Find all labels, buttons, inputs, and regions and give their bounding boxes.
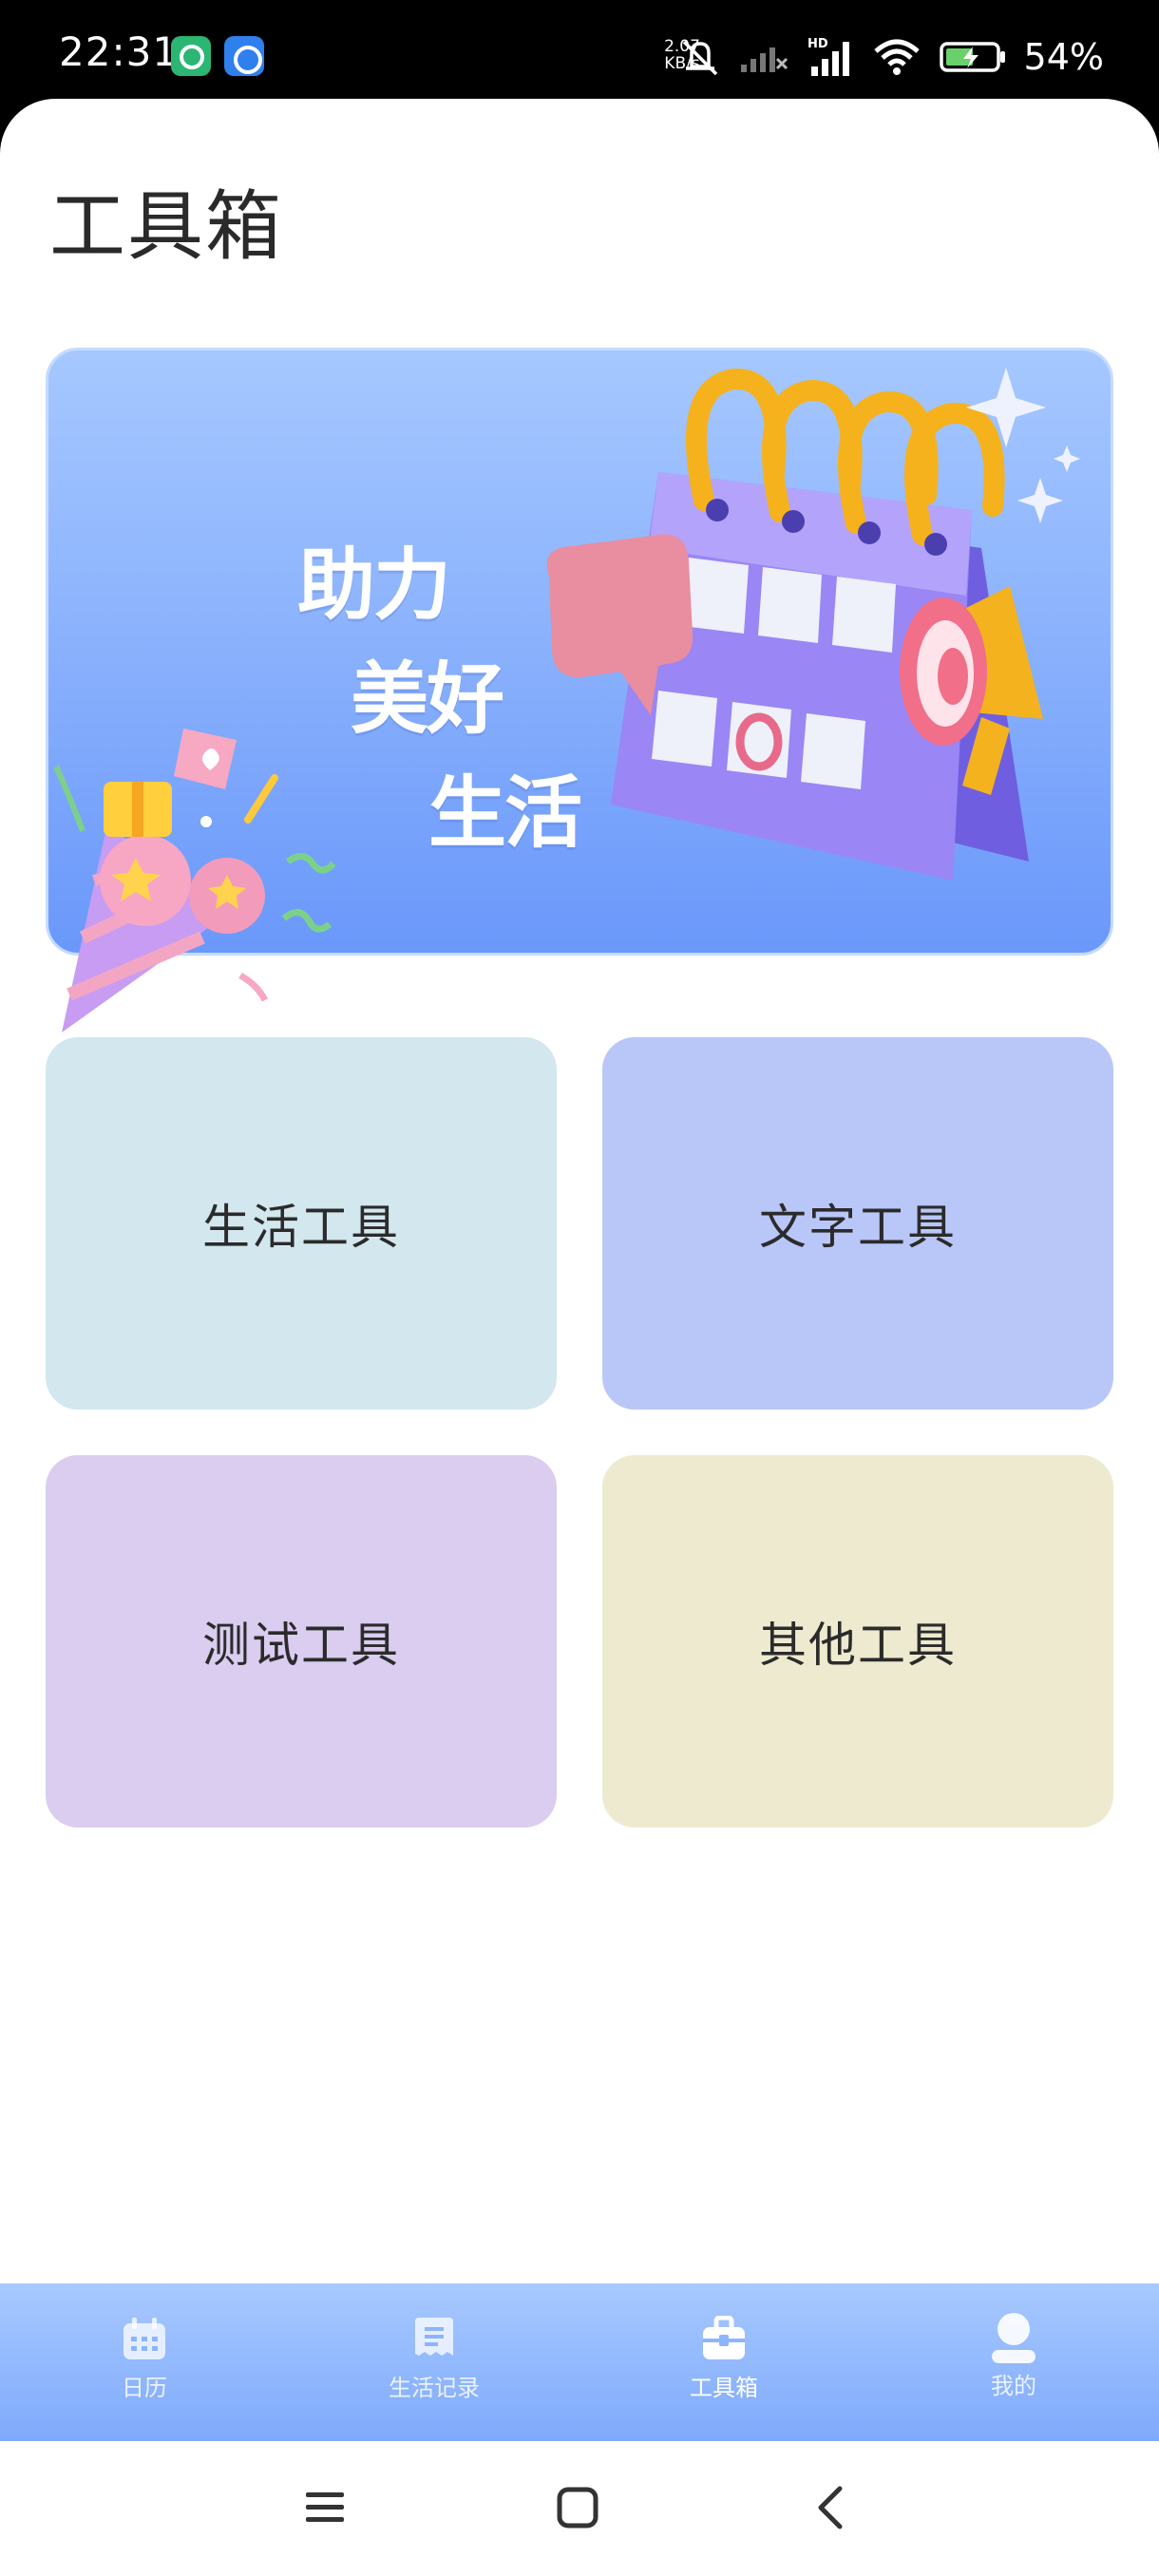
app-icon-blue: [224, 36, 264, 76]
tab-toolbox-label: 工具箱: [690, 2375, 758, 2401]
wifi-icon: [873, 39, 920, 75]
status-bar: 22:31 2.07 KB/s HD 54%: [0, 0, 1159, 114]
back-icon[interactable]: [809, 2485, 855, 2530]
signal-icon: [740, 47, 788, 72]
tool-card-other[interactable]: 其他工具: [602, 1455, 1113, 1828]
tab-calendar[interactable]: 日历: [49, 2283, 239, 2441]
signal-hd-icon: HD: [808, 37, 849, 76]
battery-percent: 54%: [1023, 36, 1104, 78]
status-icons: HD 54%: [678, 34, 1104, 80]
tool-card-text-label: 文字工具: [759, 1200, 957, 1255]
tool-card-other-label: 其他工具: [759, 1618, 957, 1673]
toolbox-icon: [703, 2316, 745, 2359]
tool-card-test-label: 测试工具: [202, 1618, 400, 1673]
banner[interactable]: 助力 美好 生活: [46, 348, 1113, 1032]
tab-mine[interactable]: 我的: [919, 2283, 1109, 2441]
bottom-tab-bar: 日历 生活记录 工具箱 我的: [0, 2283, 1159, 2441]
home-icon[interactable]: [555, 2485, 600, 2530]
page-title: 工具箱: [49, 182, 283, 271]
mute-icon: [682, 40, 717, 76]
status-time: 22:31: [59, 28, 180, 75]
tool-card-text[interactable]: 文字工具: [602, 1037, 1113, 1410]
banner-slogan-line3: 生活: [428, 768, 582, 859]
menu-icon[interactable]: [302, 2485, 348, 2530]
user-icon: [992, 2313, 1036, 2363]
tab-mine-label: 我的: [991, 2373, 1036, 2399]
banner-slogan-line1: 助力: [297, 540, 451, 631]
banner-slogan-line2: 美好: [351, 654, 504, 745]
calendar-icon: [124, 2318, 165, 2359]
main-sheet: 工具箱 助力 美好 生活 生活工具 文字工具 测试工具 其他工具: [0, 99, 1159, 2576]
tool-card-test[interactable]: 测试工具: [46, 1455, 557, 1828]
tool-card-life[interactable]: 生活工具: [46, 1037, 557, 1410]
system-nav-bar: [0, 2441, 1159, 2576]
app-icon-green: [171, 36, 211, 76]
notes-icon: [415, 2318, 453, 2356]
tab-calendar-label: 日历: [122, 2375, 167, 2401]
tab-toolbox[interactable]: 工具箱: [629, 2283, 819, 2441]
tool-card-life-label: 生活工具: [202, 1200, 400, 1255]
network-type: HD: [808, 37, 828, 51]
battery-charging-icon: [939, 42, 1005, 72]
tab-life-record[interactable]: 生活记录: [339, 2283, 529, 2441]
tab-life-record-label: 生活记录: [389, 2375, 480, 2401]
